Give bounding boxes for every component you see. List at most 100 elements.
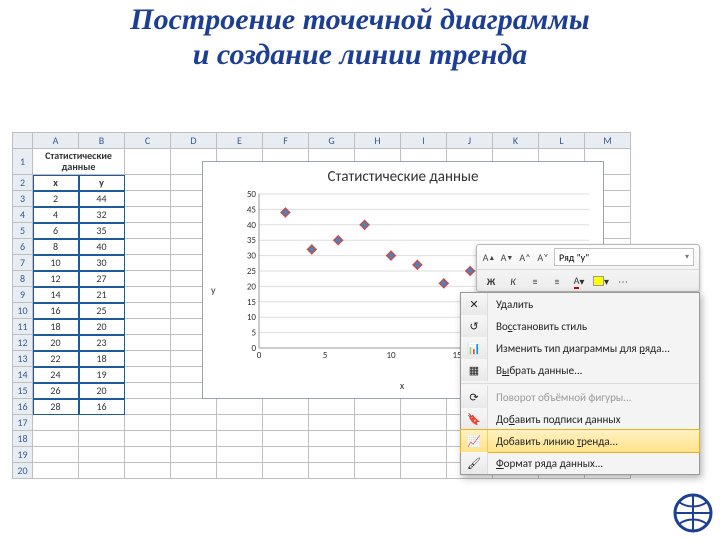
column-header[interactable]: E bbox=[217, 133, 263, 149]
row-header[interactable]: 14 bbox=[13, 367, 33, 383]
row-header[interactable]: 11 bbox=[13, 319, 33, 335]
cell[interactable] bbox=[33, 447, 79, 463]
chart-data-point[interactable] bbox=[360, 220, 370, 230]
column-header[interactable]: I bbox=[401, 133, 447, 149]
cell[interactable] bbox=[171, 415, 217, 431]
cell[interactable] bbox=[125, 239, 171, 255]
cell[interactable] bbox=[125, 431, 171, 447]
font-grow2-icon[interactable]: A˄ bbox=[518, 250, 532, 264]
context-menu-item[interactable]: ↺Восстановить стиль bbox=[461, 315, 699, 337]
chart-data-point[interactable] bbox=[333, 235, 343, 245]
chevron-down-icon[interactable]: ▾ bbox=[685, 252, 689, 262]
cell[interactable] bbox=[171, 431, 217, 447]
column-header[interactable]: H bbox=[355, 133, 401, 149]
cell[interactable]: 16 bbox=[79, 399, 125, 415]
row-header[interactable]: 3 bbox=[13, 191, 33, 207]
cell[interactable]: 26 bbox=[33, 383, 79, 399]
chart-x-axis-label[interactable]: x bbox=[400, 379, 404, 392]
mini-toolbar[interactable]: A▲ A▼ A˄ A˅ Ряд "y" ▾ Ж К ≡ ≡ A▾ ▾ ⋯ bbox=[476, 244, 700, 292]
cell[interactable] bbox=[125, 271, 171, 287]
cell[interactable] bbox=[171, 399, 217, 415]
cell[interactable] bbox=[355, 463, 401, 479]
cell[interactable]: 32 bbox=[79, 207, 125, 223]
cell[interactable] bbox=[217, 415, 263, 431]
cell[interactable] bbox=[309, 431, 355, 447]
select-all-corner[interactable] bbox=[13, 133, 33, 149]
cell[interactable]: 8 bbox=[33, 239, 79, 255]
cell[interactable]: x bbox=[33, 175, 79, 191]
context-menu-item[interactable]: 🔖Добавить подписи данных bbox=[461, 408, 699, 430]
cell[interactable]: 14 bbox=[33, 287, 79, 303]
chart-title[interactable]: Статистические данные bbox=[203, 168, 603, 186]
column-header[interactable]: A bbox=[33, 133, 79, 149]
cell[interactable] bbox=[125, 463, 171, 479]
column-header[interactable]: G bbox=[309, 133, 355, 149]
cell[interactable] bbox=[401, 431, 447, 447]
cell[interactable] bbox=[79, 463, 125, 479]
column-header[interactable]: J bbox=[447, 133, 493, 149]
cell[interactable] bbox=[401, 415, 447, 431]
row-header[interactable]: 2 bbox=[13, 175, 33, 191]
cell[interactable] bbox=[355, 415, 401, 431]
row-header[interactable]: 15 bbox=[13, 383, 33, 399]
cell[interactable] bbox=[33, 415, 79, 431]
column-header[interactable]: B bbox=[79, 133, 125, 149]
series-name-box[interactable]: Ряд "y" ▾ bbox=[554, 248, 694, 266]
cell[interactable] bbox=[263, 415, 309, 431]
cell[interactable] bbox=[125, 149, 171, 175]
row-header[interactable]: 8 bbox=[13, 271, 33, 287]
column-header[interactable]: F bbox=[263, 133, 309, 149]
column-header[interactable]: D bbox=[171, 133, 217, 149]
cell[interactable] bbox=[401, 399, 447, 415]
context-menu[interactable]: ✕Удалить↺Восстановить стиль📊Изменить тип… bbox=[460, 292, 700, 475]
chart-data-point[interactable] bbox=[386, 251, 396, 261]
cell[interactable]: 25 bbox=[79, 303, 125, 319]
cell[interactable] bbox=[263, 431, 309, 447]
row-header[interactable]: 16 bbox=[13, 399, 33, 415]
chart-data-point[interactable] bbox=[412, 260, 422, 270]
italic-button[interactable]: К bbox=[504, 272, 522, 290]
cell[interactable] bbox=[171, 463, 217, 479]
fill-color-button[interactable]: ▾ bbox=[592, 272, 610, 290]
cell[interactable] bbox=[125, 191, 171, 207]
cell[interactable] bbox=[33, 431, 79, 447]
cell[interactable]: 20 bbox=[79, 383, 125, 399]
cell[interactable] bbox=[355, 399, 401, 415]
cell[interactable]: 19 bbox=[79, 367, 125, 383]
cell[interactable]: 12 bbox=[33, 271, 79, 287]
cell[interactable] bbox=[125, 367, 171, 383]
cell[interactable] bbox=[125, 303, 171, 319]
cell[interactable] bbox=[263, 463, 309, 479]
cell[interactable] bbox=[125, 399, 171, 415]
cell[interactable] bbox=[33, 463, 79, 479]
row-header[interactable]: 1 bbox=[13, 149, 33, 175]
cell[interactable]: 40 bbox=[79, 239, 125, 255]
cell[interactable]: 28 bbox=[33, 399, 79, 415]
column-header[interactable]: C bbox=[125, 133, 171, 149]
row-header[interactable]: 19 bbox=[13, 447, 33, 463]
row-header[interactable]: 5 bbox=[13, 223, 33, 239]
cell[interactable]: 18 bbox=[79, 351, 125, 367]
cell[interactable]: 6 bbox=[33, 223, 79, 239]
row-header[interactable]: 7 bbox=[13, 255, 33, 271]
cell[interactable]: 20 bbox=[33, 335, 79, 351]
cell[interactable] bbox=[125, 447, 171, 463]
cell[interactable] bbox=[309, 463, 355, 479]
row-header[interactable]: 17 bbox=[13, 415, 33, 431]
cell[interactable] bbox=[125, 207, 171, 223]
column-header[interactable]: L bbox=[539, 133, 585, 149]
cell[interactable]: 21 bbox=[79, 287, 125, 303]
cell[interactable] bbox=[217, 463, 263, 479]
cell[interactable]: 22 bbox=[33, 351, 79, 367]
context-menu-item[interactable]: 📊Изменить тип диаграммы для ряда... bbox=[461, 337, 699, 359]
border-button[interactable]: ≡ bbox=[548, 272, 566, 290]
font-shrink-icon[interactable]: A▼ bbox=[500, 250, 514, 264]
cell[interactable] bbox=[263, 447, 309, 463]
cell[interactable] bbox=[401, 447, 447, 463]
align-button[interactable]: ≡ bbox=[526, 272, 544, 290]
cell[interactable]: 4 bbox=[33, 207, 79, 223]
cell[interactable]: 44 bbox=[79, 191, 125, 207]
cell[interactable] bbox=[125, 415, 171, 431]
row-header[interactable]: 18 bbox=[13, 431, 33, 447]
cell[interactable] bbox=[171, 447, 217, 463]
